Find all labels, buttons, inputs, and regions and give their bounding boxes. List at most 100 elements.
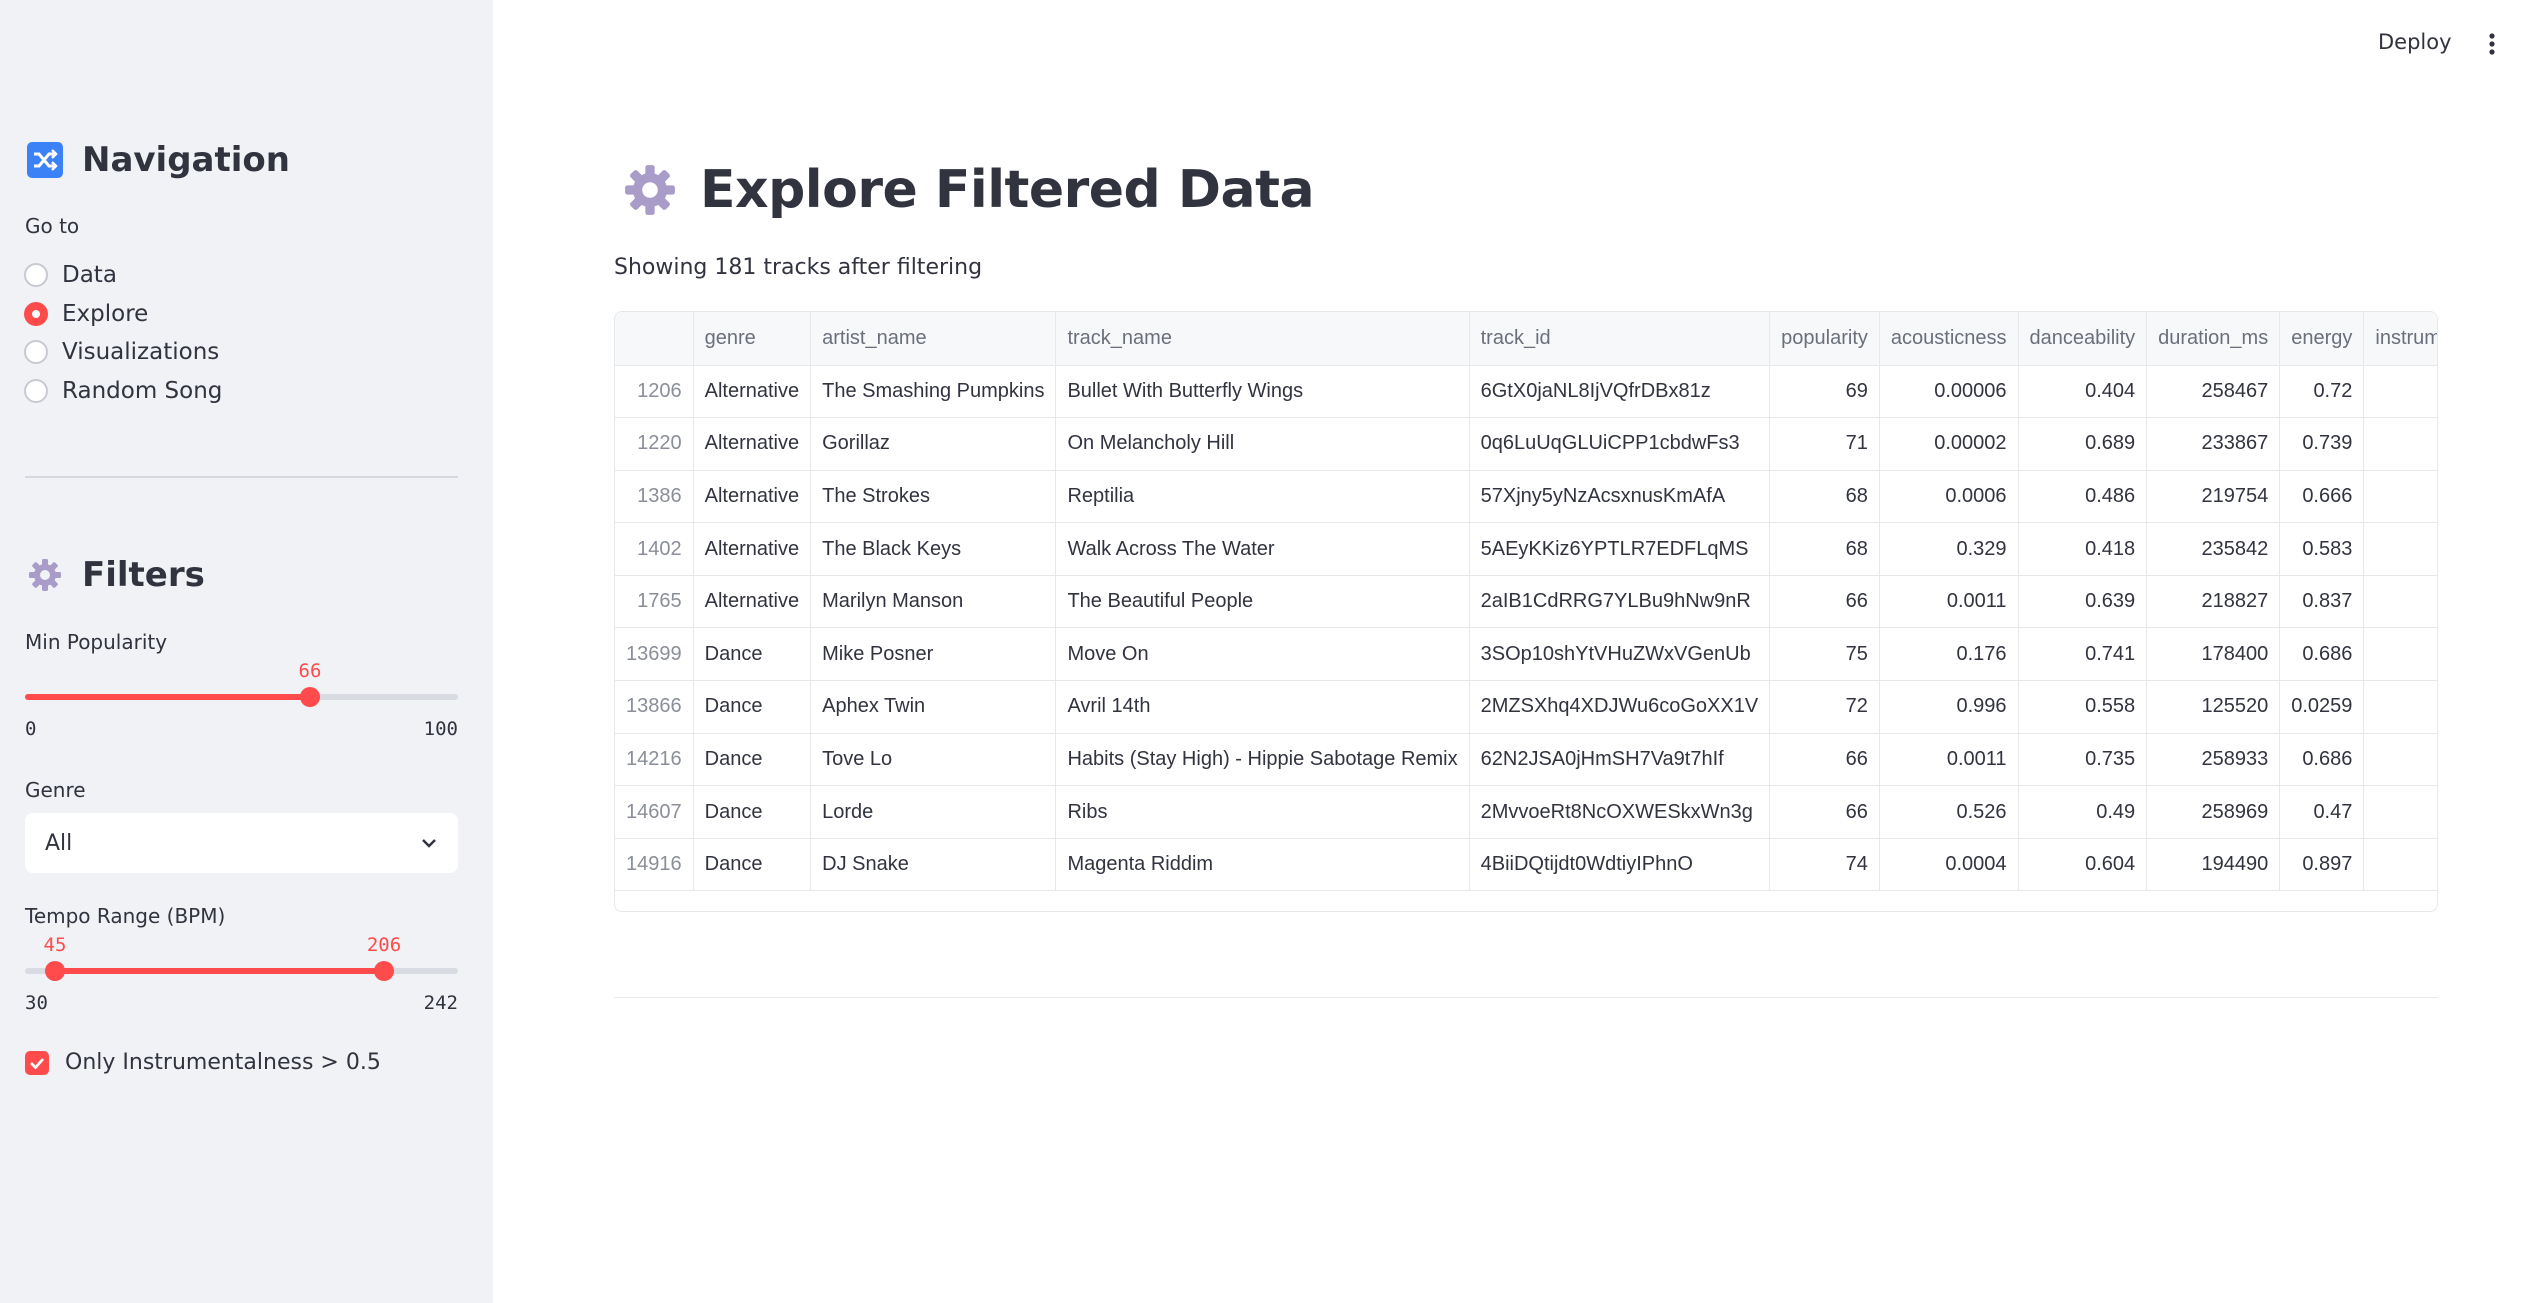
nav-option-visualizations[interactable]: Visualizations bbox=[24, 333, 222, 372]
radio-dot[interactable] bbox=[24, 340, 48, 365]
cell-track-id[interactable]: 2MvvoeRt8NcOXWESkxWn3g bbox=[1469, 785, 1771, 839]
cell-track-name[interactable]: Move On bbox=[1055, 627, 1470, 682]
cell-danceability[interactable]: 0.486 bbox=[2018, 470, 2148, 524]
genre-select[interactable]: All bbox=[25, 813, 458, 873]
cell-track-id[interactable]: 0q6LuUqGLUiCPP1cbdwFs3 bbox=[1469, 417, 1771, 471]
column-header-instrumentalness[interactable]: instrumentalness bbox=[2363, 312, 2437, 366]
checkbox-checked[interactable] bbox=[25, 1050, 49, 1075]
column-header-energy[interactable]: energy bbox=[2279, 312, 2365, 366]
cell-popularity[interactable]: 69 bbox=[1769, 365, 1880, 419]
cell-danceability[interactable]: 0.735 bbox=[2018, 733, 2148, 787]
cell-energy[interactable]: 0.897 bbox=[2279, 838, 2365, 892]
cell-acousticness[interactable]: 0.0011 bbox=[1879, 575, 2019, 629]
cell-artist-name[interactable]: The Smashing Pumpkins bbox=[810, 365, 1057, 419]
nav-option-data[interactable]: Data bbox=[24, 256, 222, 295]
cell-energy[interactable]: 0.686 bbox=[2279, 733, 2365, 787]
row-index-cell[interactable]: 1386 bbox=[615, 470, 694, 524]
cell-genre[interactable]: Alternative bbox=[693, 470, 812, 524]
cell-duration-ms[interactable]: 258467 bbox=[2146, 365, 2281, 419]
more-options-icon[interactable] bbox=[2484, 32, 2500, 56]
cell-energy[interactable]: 0.583 bbox=[2279, 522, 2365, 576]
cell-popularity[interactable]: 66 bbox=[1769, 785, 1880, 839]
cell-genre[interactable]: Dance bbox=[693, 733, 812, 787]
cell-popularity[interactable]: 72 bbox=[1769, 680, 1880, 734]
cell-track-name[interactable]: On Melancholy Hill bbox=[1055, 417, 1470, 471]
table-row[interactable]: 14216 Dance Tove Lo Habits (Stay High) - Hi… bbox=[615, 733, 2437, 787]
cell-artist-name[interactable]: Aphex Twin bbox=[810, 680, 1057, 734]
cell-genre[interactable]: Dance bbox=[693, 680, 812, 734]
radio-dot[interactable] bbox=[24, 378, 48, 403]
cell-popularity[interactable]: 75 bbox=[1769, 627, 1880, 682]
cell-artist-name[interactable]: Lorde bbox=[810, 785, 1057, 839]
cell-genre[interactable]: Dance bbox=[693, 838, 812, 892]
cell-artist-name[interactable]: Tove Lo bbox=[810, 733, 1057, 787]
row-index-cell[interactable]: 13866 bbox=[615, 680, 694, 734]
cell-energy[interactable]: 0.666 bbox=[2279, 470, 2365, 524]
cell-danceability[interactable]: 0.558 bbox=[2018, 680, 2148, 734]
row-index-cell[interactable]: 14916 bbox=[615, 838, 694, 892]
row-index-cell[interactable]: 1206 bbox=[615, 365, 694, 419]
cell-danceability[interactable]: 0.741 bbox=[2018, 627, 2148, 682]
cell-artist-name[interactable]: The Black Keys bbox=[810, 522, 1057, 576]
cell-track-id[interactable]: 6GtX0jaNL8IjVQfrDBx81z bbox=[1469, 365, 1771, 419]
cell-duration-ms[interactable]: 219754 bbox=[2146, 470, 2281, 524]
cell-instrumentalness[interactable]: 0.838 bbox=[2363, 838, 2437, 892]
cell-popularity[interactable]: 68 bbox=[1769, 522, 1880, 576]
cell-acousticness[interactable]: 0.0004 bbox=[1879, 838, 2019, 892]
column-header-track-id[interactable]: track_id bbox=[1469, 312, 1771, 366]
cell-instrumentalness[interactable]: 0.509 bbox=[2363, 417, 2437, 471]
cell-danceability[interactable]: 0.418 bbox=[2018, 522, 2148, 576]
cell-danceability[interactable]: 0.404 bbox=[2018, 365, 2148, 419]
row-index-cell[interactable]: 13699 bbox=[615, 627, 694, 682]
cell-acousticness[interactable]: 0.00002 bbox=[1879, 417, 2019, 471]
cell-track-name[interactable]: Ribs bbox=[1055, 785, 1470, 839]
cell-genre[interactable]: Alternative bbox=[693, 365, 812, 419]
row-index-cell[interactable]: 1220 bbox=[615, 417, 694, 471]
cell-artist-name[interactable]: DJ Snake bbox=[810, 838, 1057, 892]
cell-instrumentalness[interactable]: 0.836 bbox=[2363, 365, 2437, 419]
cell-track-name[interactable]: Walk Across The Water bbox=[1055, 522, 1470, 576]
cell-track-id[interactable]: 3SOp10shYtVHuZWxVGenUb bbox=[1469, 627, 1771, 682]
cell-track-name[interactable]: Magenta Riddim bbox=[1055, 838, 1470, 892]
row-index-cell[interactable]: 1765 bbox=[615, 575, 694, 629]
column-header-genre[interactable]: genre bbox=[693, 312, 812, 366]
cell-danceability[interactable]: 0.689 bbox=[2018, 417, 2148, 471]
cell-duration-ms[interactable]: 178400 bbox=[2146, 627, 2281, 682]
cell-track-id[interactable]: 2aIB1CdRRG7YLBu9hNw9nR bbox=[1469, 575, 1771, 629]
table-row[interactable]: 1402 Alternative The Black Keys Walk Across… bbox=[615, 522, 2437, 576]
cell-duration-ms[interactable]: 218827 bbox=[2146, 575, 2281, 629]
cell-energy[interactable]: 0.0259 bbox=[2279, 680, 2365, 734]
table-row[interactable]: 13866 Dance Aphex Twin Avril 14th 2MZSXhq4XD… bbox=[615, 680, 2437, 734]
cell-track-id[interactable]: 5AEyKKiz6YPTLR7EDFLqMS bbox=[1469, 522, 1771, 576]
cell-popularity[interactable]: 71 bbox=[1769, 417, 1880, 471]
cell-energy[interactable]: 0.72 bbox=[2279, 365, 2365, 419]
cell-popularity[interactable]: 66 bbox=[1769, 733, 1880, 787]
cell-track-id[interactable]: 2MZSXhq4XDJWu6coGoXX1V bbox=[1469, 680, 1771, 734]
column-header-index[interactable] bbox=[615, 312, 694, 366]
table-row[interactable]: 1220 Alternative Gorillaz On Melancholy Hil… bbox=[615, 417, 2437, 471]
cell-instrumentalness[interactable]: 0.871 bbox=[2363, 680, 2437, 734]
cell-instrumentalness[interactable]: 0.558 bbox=[2363, 575, 2437, 629]
cell-artist-name[interactable]: The Strokes bbox=[810, 470, 1057, 524]
cell-duration-ms[interactable]: 258933 bbox=[2146, 733, 2281, 787]
nav-option-explore[interactable]: Explore bbox=[24, 295, 222, 334]
cell-artist-name[interactable]: Mike Posner bbox=[810, 627, 1057, 682]
cell-instrumentalness[interactable]: 0.871 bbox=[2363, 733, 2437, 787]
row-index-cell[interactable]: 14216 bbox=[615, 733, 694, 787]
cell-genre[interactable]: Dance bbox=[693, 627, 812, 682]
deploy-button[interactable]: Deploy bbox=[2378, 30, 2452, 54]
cell-genre[interactable]: Alternative bbox=[693, 417, 812, 471]
cell-acousticness[interactable]: 0.526 bbox=[1879, 785, 2019, 839]
radio-dot-selected[interactable] bbox=[24, 301, 48, 326]
column-header-popularity[interactable]: popularity bbox=[1769, 312, 1880, 366]
table-row[interactable]: 1206 Alternative The Smashing Pumpkins Bull… bbox=[615, 365, 2437, 419]
table-row[interactable]: 1765 Alternative Marilyn Manson The Beautif… bbox=[615, 575, 2437, 629]
cell-genre[interactable]: Alternative bbox=[693, 522, 812, 576]
cell-genre[interactable]: Dance bbox=[693, 785, 812, 839]
cell-duration-ms[interactable]: 235842 bbox=[2146, 522, 2281, 576]
cell-popularity[interactable]: 74 bbox=[1769, 838, 1880, 892]
cell-danceability[interactable]: 0.49 bbox=[2018, 785, 2148, 839]
cell-acousticness[interactable]: 0.329 bbox=[1879, 522, 2019, 576]
cell-acousticness[interactable]: 0.00006 bbox=[1879, 365, 2019, 419]
cell-track-name[interactable]: Habits (Stay High) - Hippie Sabotage Rem… bbox=[1055, 733, 1470, 787]
